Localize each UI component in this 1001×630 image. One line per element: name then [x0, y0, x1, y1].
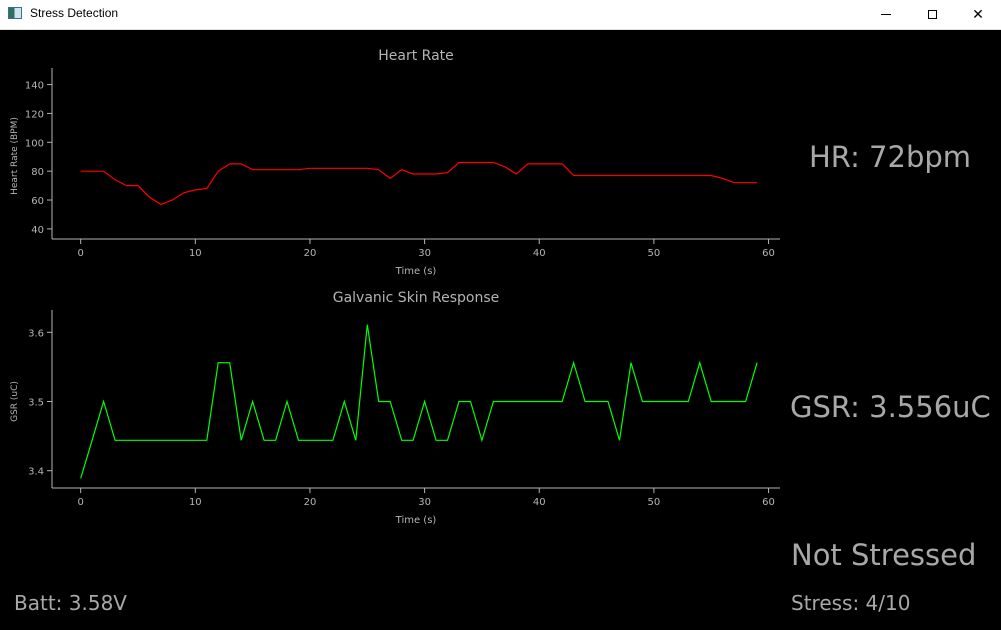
series-line: [80, 161, 758, 206]
heart-rate-chart: Heart Rate 0 10 20 30 40 50 60 40 60 80 100 120 140 Ti…: [10, 48, 780, 277]
minimize-icon: [881, 14, 891, 15]
x-tick-label: 60: [762, 248, 775, 259]
x-tick-label: 60: [762, 497, 775, 508]
y-tick-label: 80: [31, 167, 44, 178]
y-tick-label: 3.6: [28, 328, 44, 339]
x-tick-label: 20: [304, 248, 317, 259]
series-line: [80, 324, 758, 479]
y-tick-label: 60: [31, 196, 44, 207]
window-title: Stress Detection: [30, 6, 119, 20]
x-tick-label: 0: [77, 497, 83, 508]
y-tick-label: 3.5: [28, 398, 44, 409]
heart-rate-readout: HR: 72bpm: [809, 140, 972, 174]
y-tick-label: 3.4: [28, 467, 44, 478]
y-tick-label: 40: [31, 225, 44, 236]
maximize-button[interactable]: [909, 0, 955, 29]
chart-title: Heart Rate: [378, 48, 454, 64]
y-tick-label: 120: [25, 109, 44, 120]
stress-level-label: Stress: 4/10: [791, 591, 911, 615]
y-axis-label: Heart Rate (BPM): [10, 117, 20, 195]
x-tick-label: 50: [648, 497, 661, 508]
stress-state-label: Not Stressed: [791, 538, 977, 572]
close-icon: ✕: [972, 6, 984, 23]
gsr-chart: Galvanic Skin Response 0 10 20 30 40 50 60 3.4 3.…: [10, 290, 780, 526]
chart-title: Galvanic Skin Response: [333, 290, 500, 306]
close-button[interactable]: ✕: [955, 0, 1001, 29]
window-titlebar: Stress Detection ✕: [0, 0, 1001, 30]
y-tick-label: 100: [25, 138, 44, 149]
x-axis-label: Time (s): [395, 266, 437, 277]
maximize-icon: [927, 10, 937, 19]
minimize-button[interactable]: [863, 0, 909, 29]
battery-label: Batt: 3.58V: [14, 591, 127, 615]
y-axis-label: GSR (uC): [10, 381, 20, 422]
x-tick-label: 40: [533, 248, 546, 259]
x-axis-label: Time (s): [395, 515, 437, 526]
x-tick-label: 30: [418, 497, 431, 508]
x-tick-label: 50: [648, 248, 661, 259]
y-tick-label: 140: [25, 81, 44, 92]
x-tick-label: 40: [533, 497, 546, 508]
gsr-readout: GSR: 3.556uC: [790, 390, 991, 424]
x-tick-label: 30: [418, 248, 431, 259]
x-tick-label: 10: [189, 497, 202, 508]
app-icon: [8, 7, 22, 19]
x-tick-label: 0: [77, 248, 83, 259]
x-tick-label: 20: [304, 497, 317, 508]
x-tick-label: 10: [189, 248, 202, 259]
